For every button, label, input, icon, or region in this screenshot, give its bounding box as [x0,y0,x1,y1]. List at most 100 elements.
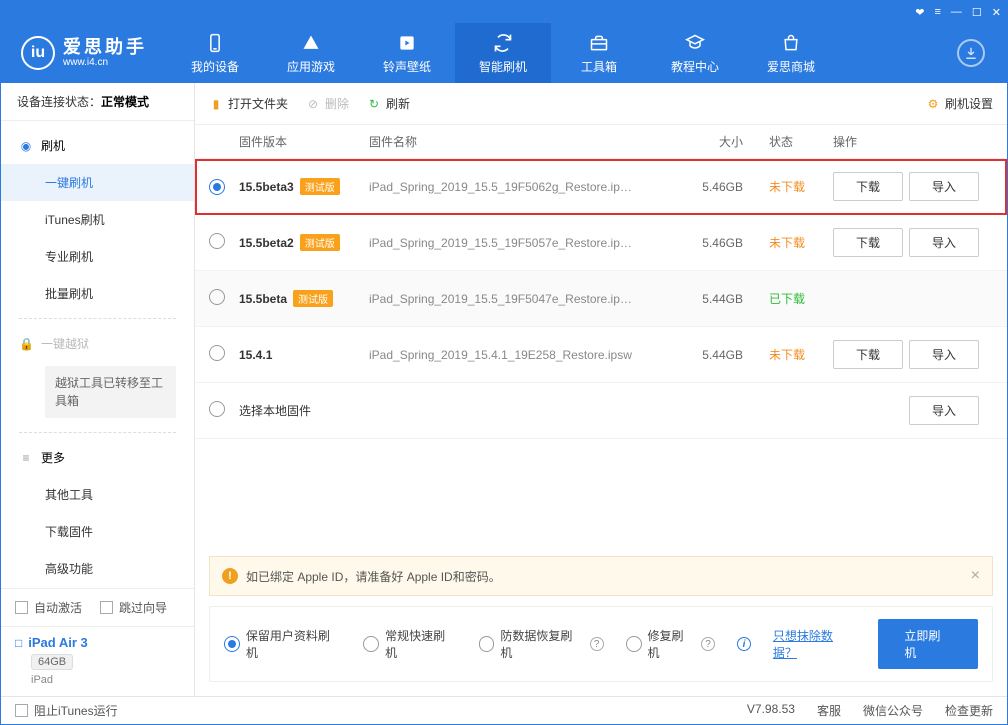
erase-link[interactable]: 只想抹除数据？ [773,627,856,661]
sidebar-item-more-1[interactable]: 下载固件 [1,513,194,550]
flash-header-label: 刷机 [41,137,65,154]
firmware-name: iPad_Spring_2019_15.4.1_19E258_Restore.i… [369,348,683,362]
jailbreak-note: 越狱工具已转移至工具箱 [45,366,176,418]
nav-tutorial[interactable]: 教程中心 [647,23,743,83]
wechat-link[interactable]: 微信公众号 [863,702,923,719]
row-radio[interactable] [209,289,225,305]
local-label: 选择本地固件 [239,402,683,419]
import-button[interactable]: 导入 [909,228,979,257]
apps-icon [300,32,322,54]
col-filename: 固件名称 [369,133,683,150]
sidebar-item-flash-0[interactable]: 一键刷机 [1,164,194,201]
col-status: 状态 [753,133,833,150]
sidebar-flash-header[interactable]: ◉ 刷机 [1,127,194,164]
notice-bar: ! 如已绑定 Apple ID，请准备好 Apple ID和密码。 × [209,556,993,596]
info-icon[interactable]: i [737,637,751,651]
flash-icon: ◉ [19,139,33,153]
nav-store[interactable]: 爱思商城 [743,23,839,83]
download-button[interactable]: 下载 [833,228,903,257]
download-button[interactable]: 下载 [833,172,903,201]
import-button[interactable]: 导入 [909,172,979,201]
sidebar-more-header[interactable]: ≡ 更多 [1,439,194,476]
nav-toolbox[interactable]: 工具箱 [551,23,647,83]
nav-ring[interactable]: 铃声壁纸 [359,23,455,83]
radio-icon [626,636,642,652]
maximize-icon[interactable]: ☐ [972,6,982,19]
device-panel[interactable]: iPad Air 3 64GB iPad [1,626,194,696]
opt-keep-data[interactable]: 保留用户资料刷机 [224,627,341,661]
content-area: ▮ 打开文件夹 ⊘ 删除 ↻ 刷新 ⚙ 刷机设置 固件版本 固件名称 大小 状态 [195,83,1007,696]
nav-label: 应用游戏 [287,58,335,75]
import-button[interactable]: 导入 [909,340,979,369]
row-radio[interactable] [209,233,225,249]
row-radio[interactable] [209,179,225,195]
firmware-status: 未下载 [753,178,833,195]
nav-label: 教程中心 [671,58,719,75]
nav-label: 工具箱 [581,58,617,75]
close-icon[interactable]: ✕ [992,6,1001,19]
sidebar-item-flash-2[interactable]: 专业刷机 [1,238,194,275]
version-label: 15.5beta3测试版 [239,178,340,195]
firmware-row[interactable]: 15.5beta2测试版iPad_Spring_2019_15.5_19F505… [195,215,1007,271]
conn-label: 设备连接状态： [17,95,101,109]
delete-button[interactable]: ⊘ 删除 [306,95,349,112]
beta-tag: 测试版 [293,290,333,307]
firmware-size: 5.46GB [683,236,753,250]
col-action: 操作 [833,133,993,150]
window-titlebar: ❤ ≡ — ☐ ✕ [1,1,1007,23]
folder-icon: ▮ [209,97,223,111]
sidebar-jailbreak-header[interactable]: 🔒 一键越狱 [1,325,194,362]
device-icon [204,32,226,54]
device-capacity: 64GB [31,654,73,670]
local-firmware-row[interactable]: 选择本地固件 导入 [195,383,1007,439]
opt-fast[interactable]: 常规快速刷机 [363,627,456,661]
flash-settings-button[interactable]: ⚙ 刷机设置 [926,95,993,112]
opt-repair[interactable]: 修复刷机? [626,627,715,661]
auto-activate-checkbox[interactable] [15,601,28,614]
sidebar-item-flash-1[interactable]: iTunes刷机 [1,201,194,238]
local-radio[interactable] [209,401,225,417]
gift-icon[interactable]: ❤ [915,6,924,19]
notice-close-icon[interactable]: × [971,567,980,585]
opt-fast-label: 常规快速刷机 [385,627,456,661]
menu-icon[interactable]: ≡ [934,6,940,18]
nav-device[interactable]: 我的设备 [167,23,263,83]
connection-status: 设备连接状态：正常模式 [1,83,194,121]
flash-now-button[interactable]: 立即刷机 [878,619,978,669]
firmware-row[interactable]: 15.5beta3测试版iPad_Spring_2019_15.5_19F506… [195,159,1007,215]
help-icon[interactable]: ? [701,637,715,651]
block-itunes-label: 阻止iTunes运行 [34,702,118,719]
sidebar-item-more-0[interactable]: 其他工具 [1,476,194,513]
opt-anti-recovery[interactable]: 防数据恢复刷机? [479,627,604,661]
col-version: 固件版本 [239,133,369,150]
firmware-row[interactable]: 15.5beta测试版iPad_Spring_2019_15.5_19F5047… [195,271,1007,327]
version-label: 15.5beta2测试版 [239,234,340,251]
check-update-link[interactable]: 检查更新 [945,702,993,719]
app-name: 爱思助手 [63,38,147,58]
row-radio[interactable] [209,345,225,361]
download-manager-icon[interactable] [957,39,985,67]
tutorial-icon [684,32,706,54]
firmware-size: 5.46GB [683,180,753,194]
firmware-size: 5.44GB [683,348,753,362]
block-itunes-checkbox[interactable] [15,704,28,717]
version-label: 15.5beta测试版 [239,290,333,307]
nav-flash[interactable]: 智能刷机 [455,23,551,83]
customer-service-link[interactable]: 客服 [817,702,841,719]
open-folder-button[interactable]: ▮ 打开文件夹 [209,95,288,112]
logo-icon: iu [21,36,55,70]
help-icon[interactable]: ? [590,637,604,651]
sidebar-item-more-2[interactable]: 高级功能 [1,550,194,587]
skip-guide-checkbox[interactable] [100,601,113,614]
sidebar-item-flash-3[interactable]: 批量刷机 [1,275,194,312]
download-button[interactable]: 下载 [833,340,903,369]
refresh-button[interactable]: ↻ 刷新 [367,95,410,112]
store-icon [780,32,802,54]
auto-activate-label: 自动激活 [34,599,82,616]
minimize-icon[interactable]: — [951,6,962,18]
firmware-row[interactable]: 15.4.1iPad_Spring_2019_15.4.1_19E258_Res… [195,327,1007,383]
radio-icon [363,636,379,652]
flash-icon [492,32,514,54]
import-button[interactable]: 导入 [909,396,979,425]
nav-apps[interactable]: 应用游戏 [263,23,359,83]
